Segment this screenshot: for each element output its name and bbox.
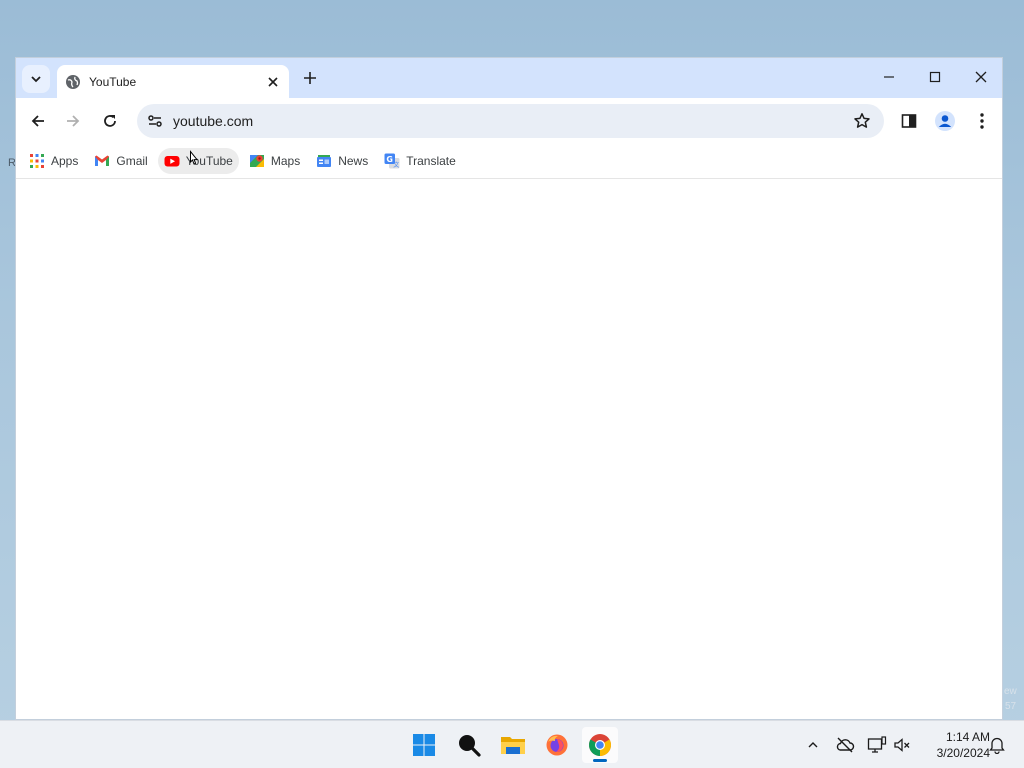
mouse-cursor-icon <box>190 150 199 165</box>
translate-icon: G文 <box>384 153 400 169</box>
title-bar: YouTube <box>16 58 1002 98</box>
back-button[interactable] <box>23 106 53 136</box>
search-button[interactable] <box>451 727 487 763</box>
forward-arrow-icon <box>67 115 80 127</box>
tab-youtube[interactable]: YouTube <box>57 65 289 98</box>
svg-text:文: 文 <box>394 161 400 169</box>
chrome-button[interactable] <box>582 727 618 763</box>
file-explorer-icon <box>501 737 525 754</box>
forward-button[interactable] <box>58 106 88 136</box>
network-tray-button[interactable] <box>865 733 889 757</box>
onedrive-tray-button[interactable] <box>833 733 857 757</box>
chrome-icon <box>589 734 611 756</box>
close-window-button[interactable] <box>958 58 1002 96</box>
bookmark-news[interactable]: News <box>310 148 374 174</box>
close-tab-icon[interactable] <box>265 74 281 90</box>
bell-icon <box>989 737 1005 754</box>
chevron-up-icon <box>808 742 818 748</box>
bookmark-gmail[interactable]: Gmail <box>88 148 153 174</box>
maps-icon <box>249 153 265 169</box>
bookmark-star-icon[interactable] <box>848 107 876 135</box>
bookmark-label: Apps <box>51 154 79 168</box>
taskbar: 1:14 AM 3/20/2024 <box>0 720 1024 768</box>
search-icon <box>459 735 481 757</box>
avatar-icon <box>935 111 955 131</box>
globe-icon <box>65 74 81 90</box>
clock-time: 1:14 AM <box>945 730 990 744</box>
site-info-icon[interactable] <box>141 107 169 135</box>
chevron-down-icon <box>31 76 41 83</box>
bookmark-apps[interactable]: Apps <box>23 148 84 174</box>
maximize-icon <box>929 71 941 83</box>
youtube-icon <box>164 153 180 169</box>
start-icon <box>413 734 435 756</box>
bookmark-label: Translate <box>406 154 456 168</box>
minimize-icon <box>884 76 894 78</box>
cloud-offline-icon <box>836 737 855 753</box>
volume-tray-button[interactable] <box>890 733 914 757</box>
start-button[interactable] <box>406 727 442 763</box>
firefox-button[interactable] <box>539 727 575 763</box>
show-hidden-icons-button[interactable] <box>801 733 825 757</box>
address-bar[interactable]: youtube.com <box>137 104 884 138</box>
browser-window: YouTube youtube.com Apps Gmail YouTube M… <box>15 57 1003 720</box>
toolbar: youtube.com <box>16 98 1002 144</box>
volume-muted-icon <box>894 738 910 752</box>
kebab-menu-icon <box>980 113 984 129</box>
menu-button[interactable] <box>967 106 997 136</box>
bookmark-label: Maps <box>270 154 301 168</box>
firefox-icon <box>546 734 568 756</box>
tab-search-button[interactable] <box>22 65 50 93</box>
gmail-icon <box>94 153 110 169</box>
minimize-button[interactable] <box>866 58 912 96</box>
profile-button[interactable] <box>930 106 960 136</box>
side-panel-icon <box>901 114 917 128</box>
bookmark-label: Gmail <box>116 154 148 168</box>
close-icon <box>975 71 987 83</box>
desktop-watermark-text: 57 <box>1005 701 1017 712</box>
page-content[interactable] <box>16 179 1002 719</box>
back-arrow-icon <box>31 115 44 127</box>
desktop-watermark-text: ew <box>1004 686 1017 697</box>
side-panel-button[interactable] <box>894 106 924 136</box>
bookmark-maps[interactable]: Maps <box>243 148 306 174</box>
file-explorer-button[interactable] <box>495 727 531 763</box>
bookmark-label: News <box>338 154 369 168</box>
plus-icon <box>304 72 316 84</box>
clock-date: 3/20/2024 <box>936 746 990 760</box>
network-icon <box>867 736 887 753</box>
url-text: youtube.com <box>173 113 254 129</box>
clock[interactable]: 1:14 AM 3/20/2024 <box>918 729 990 761</box>
active-app-indicator <box>593 759 607 762</box>
notifications-button[interactable] <box>985 733 1009 757</box>
tab-title: YouTube <box>89 74 137 89</box>
svg-text:G: G <box>387 155 394 164</box>
reload-icon <box>104 115 116 127</box>
news-icon <box>316 153 332 169</box>
bookmark-translate[interactable]: G文 Translate <box>378 148 462 174</box>
apps-grid-icon <box>29 153 45 169</box>
new-tab-button[interactable] <box>296 66 324 90</box>
bookmarks-bar: Apps Gmail YouTube Maps News G 文 Transla… <box>16 144 1002 179</box>
maximize-button[interactable] <box>912 58 958 96</box>
reload-button[interactable] <box>95 106 125 136</box>
